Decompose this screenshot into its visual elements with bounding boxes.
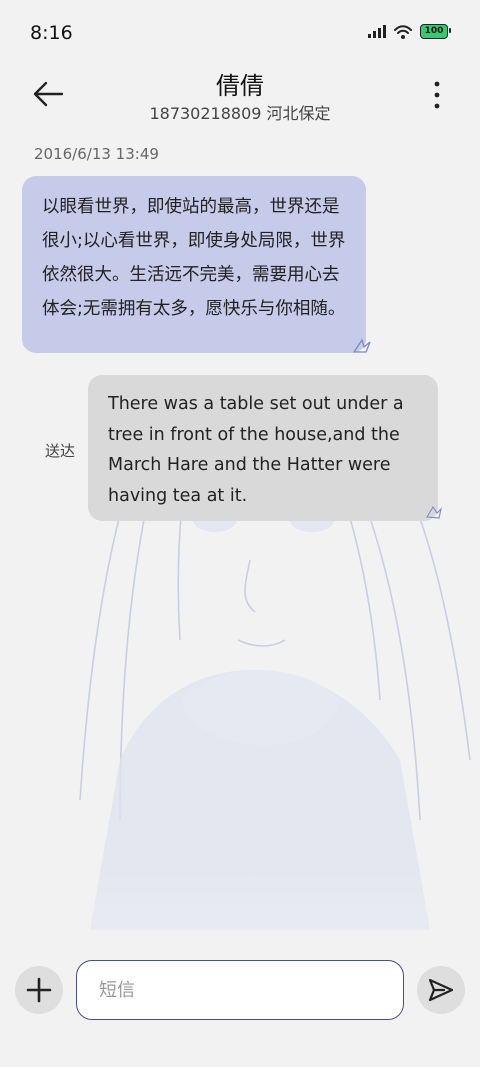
- bubble-tail-icon: [352, 338, 371, 353]
- more-button[interactable]: [430, 78, 444, 112]
- plus-icon: [26, 977, 52, 1003]
- contact-name: 倩倩: [216, 72, 264, 100]
- wifi-icon: [394, 24, 412, 39]
- battery-icon: 100: [420, 24, 451, 39]
- message-input[interactable]: [76, 960, 404, 1020]
- message-timestamp: 2016/6/13 13:49: [34, 145, 159, 163]
- sent-message-bubble[interactable]: There was a table set out under a tree i…: [88, 375, 438, 521]
- conversation-header: 倩倩 18730218809 河北保定: [0, 64, 480, 134]
- status-icons: 100: [368, 24, 451, 39]
- send-icon: [428, 978, 454, 1002]
- received-message-bubble[interactable]: 以眼看世界，即使站的最高，世界还是很小;以心看世界，即使身处局限，世界依然很大。…: [22, 176, 366, 353]
- signal-icon: [368, 25, 386, 38]
- battery-level: 100: [424, 26, 444, 36]
- send-button[interactable]: [417, 966, 465, 1014]
- add-attachment-button[interactable]: [15, 966, 63, 1014]
- bubble-tail-icon: [425, 505, 443, 519]
- status-time: 8:16: [30, 22, 73, 44]
- more-vertical-icon: [434, 81, 440, 109]
- sent-message-text: There was a table set out under a tree i…: [108, 394, 404, 506]
- status-bar: 8:16 100: [0, 0, 480, 66]
- contact-info: 18730218809 河北保定: [149, 104, 331, 123]
- message-composer: [0, 958, 480, 1022]
- received-message-text: 以眼看世界，即使站的最高，世界还是很小;以心看世界，即使身处局限，世界依然很大。…: [42, 197, 346, 319]
- delivery-status: 送达: [45, 442, 76, 460]
